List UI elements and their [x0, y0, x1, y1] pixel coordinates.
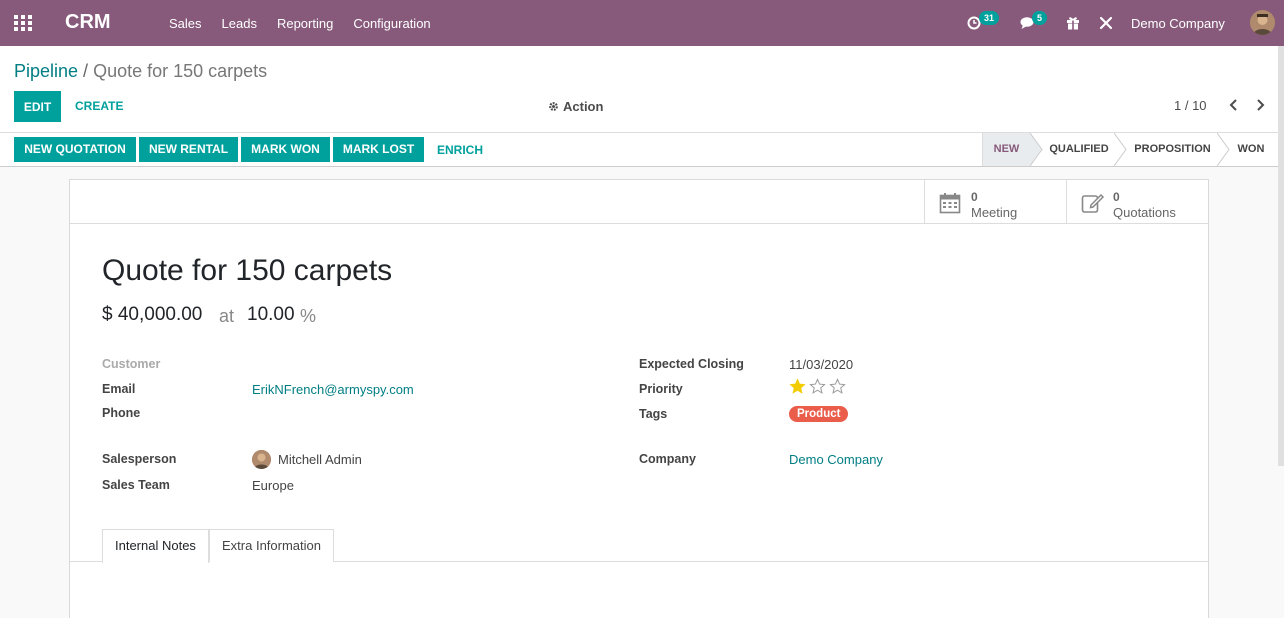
salesperson-field[interactable]: Mitchell Admin: [278, 452, 362, 467]
tools-icon: [1099, 16, 1113, 30]
user-avatar[interactable]: [1250, 10, 1275, 35]
breadcrumb-pipeline[interactable]: Pipeline: [14, 61, 78, 81]
company-label: Company: [639, 452, 696, 466]
email-label: Email: [102, 382, 136, 396]
expected-closing-label: Expected Closing: [639, 357, 744, 371]
stage-qualified[interactable]: QUALIFIED: [1044, 133, 1114, 166]
activity-button[interactable]: [967, 0, 981, 46]
at-label: at: [219, 306, 235, 326]
action-label: Action: [563, 99, 604, 114]
breadcrumb: Pipeline / Quote for 150 carpets: [14, 61, 267, 82]
breadcrumb-separator: /: [83, 61, 89, 81]
lead-title[interactable]: Quote for 150 carpets: [102, 254, 392, 288]
new-rental-button[interactable]: NEW RENTAL: [139, 137, 238, 162]
sales-team-field[interactable]: Europe: [252, 478, 294, 493]
star-filled-icon[interactable]: [789, 378, 806, 395]
priority-stars: [789, 378, 846, 395]
stage-arrow: [1114, 133, 1127, 166]
calendar-icon: [939, 193, 961, 214]
stage-selector: NEW QUALIFIED PROPOSITION WON: [982, 133, 1284, 166]
menu-reporting[interactable]: Reporting: [277, 16, 333, 31]
gift-button[interactable]: [1066, 0, 1080, 46]
breadcrumb-current: Quote for 150 carpets: [93, 61, 268, 81]
quotations-smart-button[interactable]: 0 Quotations: [1066, 180, 1209, 224]
debug-button[interactable]: [1099, 0, 1113, 46]
meeting-label: Meeting: [971, 205, 1018, 220]
enrich-button[interactable]: ENRICH: [437, 143, 483, 157]
phone-label: Phone: [102, 406, 141, 420]
pager-value[interactable]: 1 / 10: [1174, 98, 1207, 113]
top-navbar: CRM Sales Leads Reporting Configuration …: [0, 0, 1284, 46]
button-box: 0 Meeting 0 Quotations: [70, 180, 1208, 224]
quotations-label: Quotations: [1113, 205, 1176, 220]
stage-arrow: [1030, 133, 1043, 166]
expected-revenue[interactable]: $ 40,000.00: [102, 304, 202, 326]
gear-icon: [549, 102, 558, 111]
probability-value[interactable]: 10.00: [247, 304, 295, 326]
star-empty-icon[interactable]: [829, 378, 846, 395]
control-panel: Pipeline / Quote for 150 carpets EDIT CREA…: [0, 46, 1284, 133]
stage-new[interactable]: NEW: [982, 133, 1030, 166]
company-switcher[interactable]: Demo Company: [1131, 16, 1225, 31]
chevron-right-icon: [1257, 99, 1265, 111]
chevron-left-icon: [1229, 99, 1237, 111]
message-count-badge: 5: [1032, 11, 1048, 25]
new-quotation-button[interactable]: NEW QUOTATION: [14, 137, 136, 162]
customer-label: Customer: [102, 357, 161, 371]
tab-extra-information[interactable]: Extra Information: [209, 529, 334, 562]
priority-label: Priority: [639, 382, 683, 396]
activity-count-badge: 31: [979, 11, 1000, 25]
menu-configuration[interactable]: Configuration: [353, 16, 430, 31]
action-dropdown[interactable]: Action: [548, 99, 603, 114]
meeting-smart-button[interactable]: 0 Meeting: [924, 180, 1067, 224]
expected-closing-field[interactable]: 11/03/2020: [789, 357, 853, 372]
gift-icon: [1067, 17, 1079, 30]
meeting-count: 0: [971, 190, 978, 204]
stage-arrow: [1217, 133, 1230, 166]
sales-team-label: Sales Team: [102, 478, 170, 492]
main-menu: Sales Leads Reporting Configuration: [169, 16, 431, 31]
edit-button[interactable]: EDIT: [14, 91, 61, 122]
pager-next-button[interactable]: [1256, 98, 1266, 115]
star-empty-icon[interactable]: [809, 378, 826, 395]
tag-badge[interactable]: Product: [789, 406, 849, 422]
company-field[interactable]: Demo Company: [789, 452, 883, 467]
quotations-count: 0: [1113, 190, 1120, 204]
form-sheet: 0 Meeting 0 Quotations Quote for 150 car…: [69, 179, 1209, 618]
salesperson-avatar: [252, 450, 271, 469]
tab-internal-notes[interactable]: Internal Notes: [102, 529, 209, 563]
create-button[interactable]: CREATE: [75, 99, 123, 113]
page-scrollbar[interactable]: [1278, 46, 1284, 466]
menu-leads[interactable]: Leads: [222, 16, 257, 31]
stage-proposition[interactable]: PROPOSITION: [1128, 133, 1217, 166]
notebook-tabs: Internal Notes Extra Information: [70, 529, 1208, 563]
salesperson-label: Salesperson: [102, 452, 177, 466]
email-field[interactable]: ErikNFrench@armyspy.com: [252, 382, 414, 397]
percent-sign: %: [300, 306, 317, 326]
tags-label: Tags: [639, 407, 668, 421]
stage-won[interactable]: WON: [1231, 133, 1271, 166]
mark-won-button[interactable]: MARK WON: [241, 137, 330, 162]
edit-document-icon: [1081, 193, 1105, 213]
pager-previous-button[interactable]: [1228, 98, 1238, 115]
app-brand[interactable]: CRM: [65, 11, 111, 34]
mark-lost-button[interactable]: MARK LOST: [333, 137, 424, 162]
status-bar: NEW QUOTATION NEW RENTAL MARK WON MARK L…: [0, 133, 1284, 167]
menu-sales[interactable]: Sales: [169, 16, 202, 31]
apps-menu-icon[interactable]: [14, 15, 32, 31]
